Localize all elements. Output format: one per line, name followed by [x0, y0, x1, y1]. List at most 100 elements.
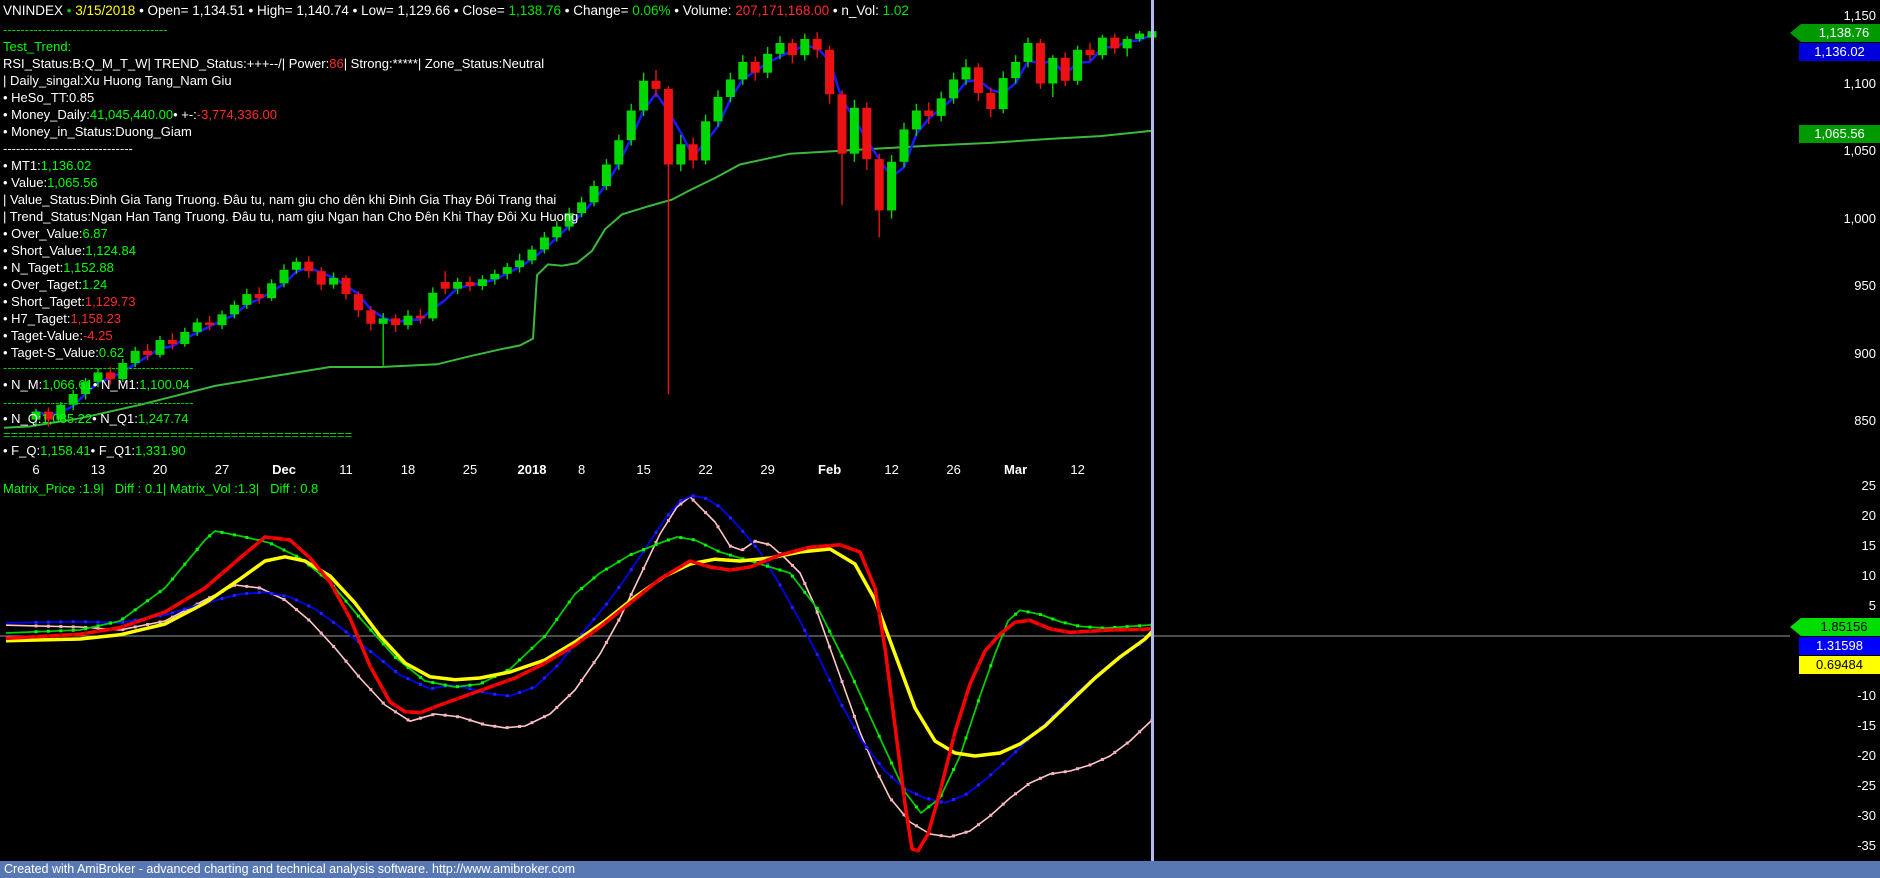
matrix-white-dot [1064, 770, 1067, 773]
matrix-yellow-line [6, 549, 1152, 756]
candle-body [912, 111, 921, 130]
matrix-white-dot [1027, 783, 1030, 786]
candle-body [552, 227, 561, 238]
text-segment: 1,100.04 [139, 377, 190, 392]
matrix-green-dot [803, 591, 806, 594]
matrix-white-dot [828, 645, 831, 648]
matrix-red-dot [580, 639, 583, 642]
text-segment: 1,085.22 [42, 411, 93, 426]
candle-body [962, 67, 971, 79]
matrix-blue-dot [890, 775, 893, 778]
candle-body [949, 79, 958, 98]
matrix-green-dot [704, 544, 707, 547]
matrix-red-dot [667, 572, 670, 575]
matrix-blue-dot [493, 693, 496, 696]
candle-body [540, 237, 549, 249]
time-axis-label: 20 [153, 461, 167, 479]
matrix-red-dot [134, 621, 137, 624]
matrix-white-dot [679, 503, 682, 506]
candle-body [1086, 50, 1095, 55]
matrix-white-dot [717, 525, 720, 528]
matrix-red-dot [258, 540, 261, 543]
text-segment: -------------------------------------- [3, 22, 168, 37]
matrix-red-dot [754, 563, 757, 566]
candle-body [999, 78, 1008, 109]
matrix-blue-dot [221, 597, 224, 600]
matrix-blue-dot [853, 726, 856, 729]
text-segment: 1,158.41 [40, 443, 91, 458]
matrix-white-dot [915, 824, 918, 827]
oscillator-pane-title: Matrix_Price :1.9| Diff : 0.1| Matrix_Vo… [3, 480, 318, 497]
matrix-blue-dot [394, 670, 397, 673]
candle-body [986, 93, 995, 109]
matrix-blue-dot [295, 599, 298, 602]
matrix-white-dot [59, 625, 62, 628]
candle-body [924, 111, 933, 116]
info-line-22: ----------------------------------------… [3, 394, 193, 411]
matrix-red-dot [803, 547, 806, 550]
candle-body [763, 54, 772, 73]
matrix-blue-dot [989, 773, 992, 776]
matrix-white-dot [878, 775, 881, 778]
candle-body [1048, 58, 1057, 84]
matrix-green-dot [97, 624, 100, 627]
matrix-green-dot [692, 538, 695, 541]
info-line-0: -------------------------------------- [3, 21, 168, 38]
text-segment: 1,065.56 [47, 175, 98, 190]
matrix-red-dot [382, 688, 385, 691]
matrix-red-dot [766, 558, 769, 561]
candle-body [776, 43, 785, 54]
matrix-white-dot [481, 722, 484, 725]
matrix-red-dot [1089, 630, 1092, 633]
matrix-blue-dot [345, 630, 348, 633]
matrix-white-dot [357, 675, 360, 678]
matrix-blue-dot [258, 591, 261, 594]
matrix-white-dot [766, 543, 769, 546]
matrix-white-dot [47, 625, 50, 628]
matrix-white-dot [159, 621, 162, 624]
matrix-red-dot [1002, 630, 1005, 633]
matrix-red-dot [233, 561, 236, 564]
matrix-green-dot [221, 531, 224, 534]
matrix-white-dot [469, 719, 472, 722]
text-segment: | Daily_singal:Xu Huong Tang_Nam Giu [3, 73, 232, 88]
matrix-green-dot [369, 629, 372, 632]
text-segment: RSI_Status:B:Q_M_T_W| TREND_Status:+++--… [3, 56, 329, 71]
text-segment: • Short_Taget: [3, 294, 85, 309]
matrix-red-dot [717, 567, 720, 570]
matrix-red-dot [741, 567, 744, 570]
info-line-3: | Daily_singal:Xu Huong Tang_Nam Giu [3, 72, 232, 89]
matrix-red-dot [146, 617, 149, 620]
text-segment: 41,045,440.00 [90, 107, 173, 122]
candle-body [366, 310, 375, 324]
matrix-red-dot [692, 560, 695, 563]
candle-body [577, 202, 586, 213]
text-segment: 1.24 [82, 277, 107, 292]
axis-tick-label: 1,150 [1795, 8, 1876, 24]
candle-body [317, 271, 326, 285]
candle-body [652, 81, 661, 89]
matrix-blue-dot [47, 621, 50, 624]
matrix-white-dot [617, 619, 620, 622]
matrix-blue-dot [506, 694, 509, 697]
candle-body [404, 316, 413, 325]
matrix-blue-dot [84, 620, 87, 623]
time-axis-label: Dec [272, 461, 296, 479]
matrix-white-dot [543, 715, 546, 718]
matrix-green-dot [146, 599, 149, 602]
matrix-red-dot [1064, 630, 1067, 633]
candle-body [515, 260, 524, 267]
info-line-4: • HeSo_TT:0.85 [3, 89, 94, 106]
matrix-white-dot [965, 831, 968, 834]
candle-body [900, 129, 909, 161]
header-segment: • Open= 1,134.51 • High= 1,140.74 • Low=… [135, 3, 508, 18]
matrix-blue-dot [828, 679, 831, 682]
matrix-red-dot [245, 551, 248, 554]
amibroker-footer: Created with AmiBroker - advanced charti… [0, 861, 1880, 878]
matrix-white-dot [1014, 792, 1017, 795]
axis-tick-label: -30 [1795, 808, 1876, 824]
text-segment: • F_Q1: [91, 443, 135, 458]
matrix-green-dot [1027, 610, 1030, 613]
text-segment: 1,158.23 [70, 311, 121, 326]
matrix-red-dot [1076, 630, 1079, 633]
